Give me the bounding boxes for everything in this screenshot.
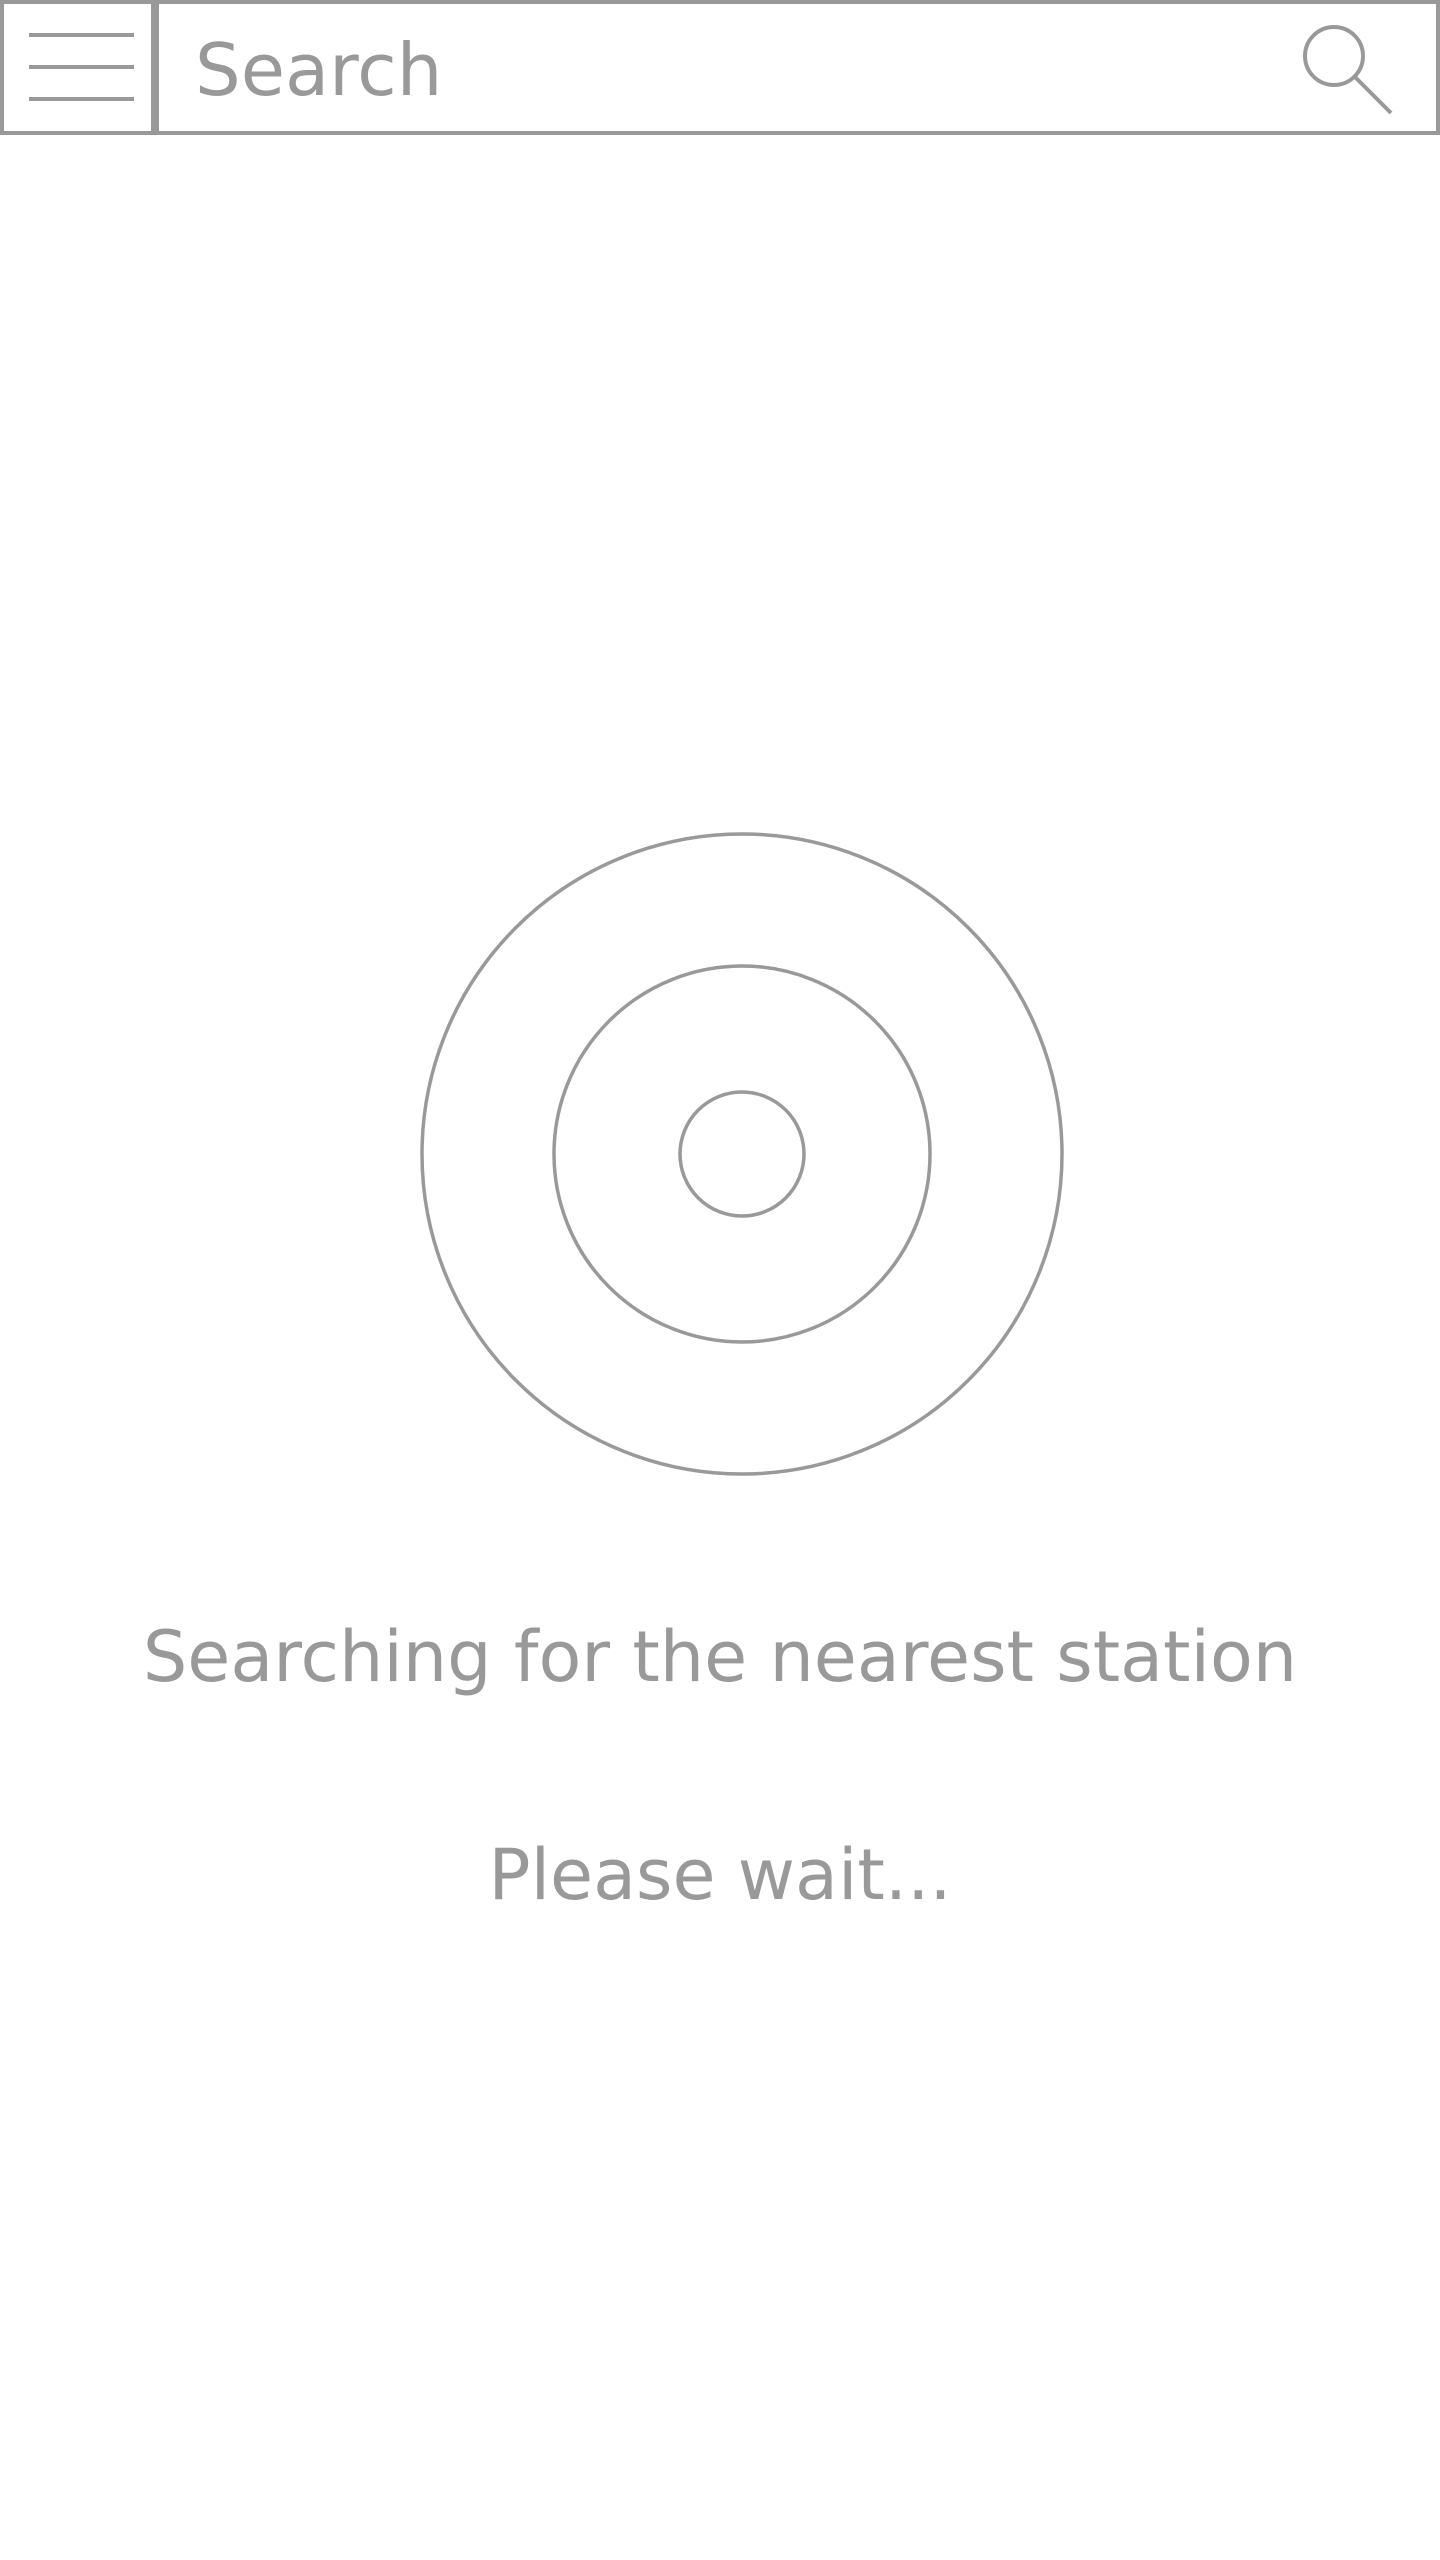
radar-target-icon: [420, 832, 1064, 1476]
menu-line: [29, 97, 134, 101]
menu-button[interactable]: [0, 0, 155, 135]
status-subtitle: Please wait...: [488, 1834, 952, 1916]
status-title: Searching for the nearest station: [142, 1616, 1298, 1698]
menu-line: [29, 33, 134, 37]
search-bar: [155, 0, 1440, 135]
search-icon[interactable]: [1302, 24, 1402, 124]
menu-line: [29, 65, 134, 69]
search-input[interactable]: [195, 22, 1275, 117]
